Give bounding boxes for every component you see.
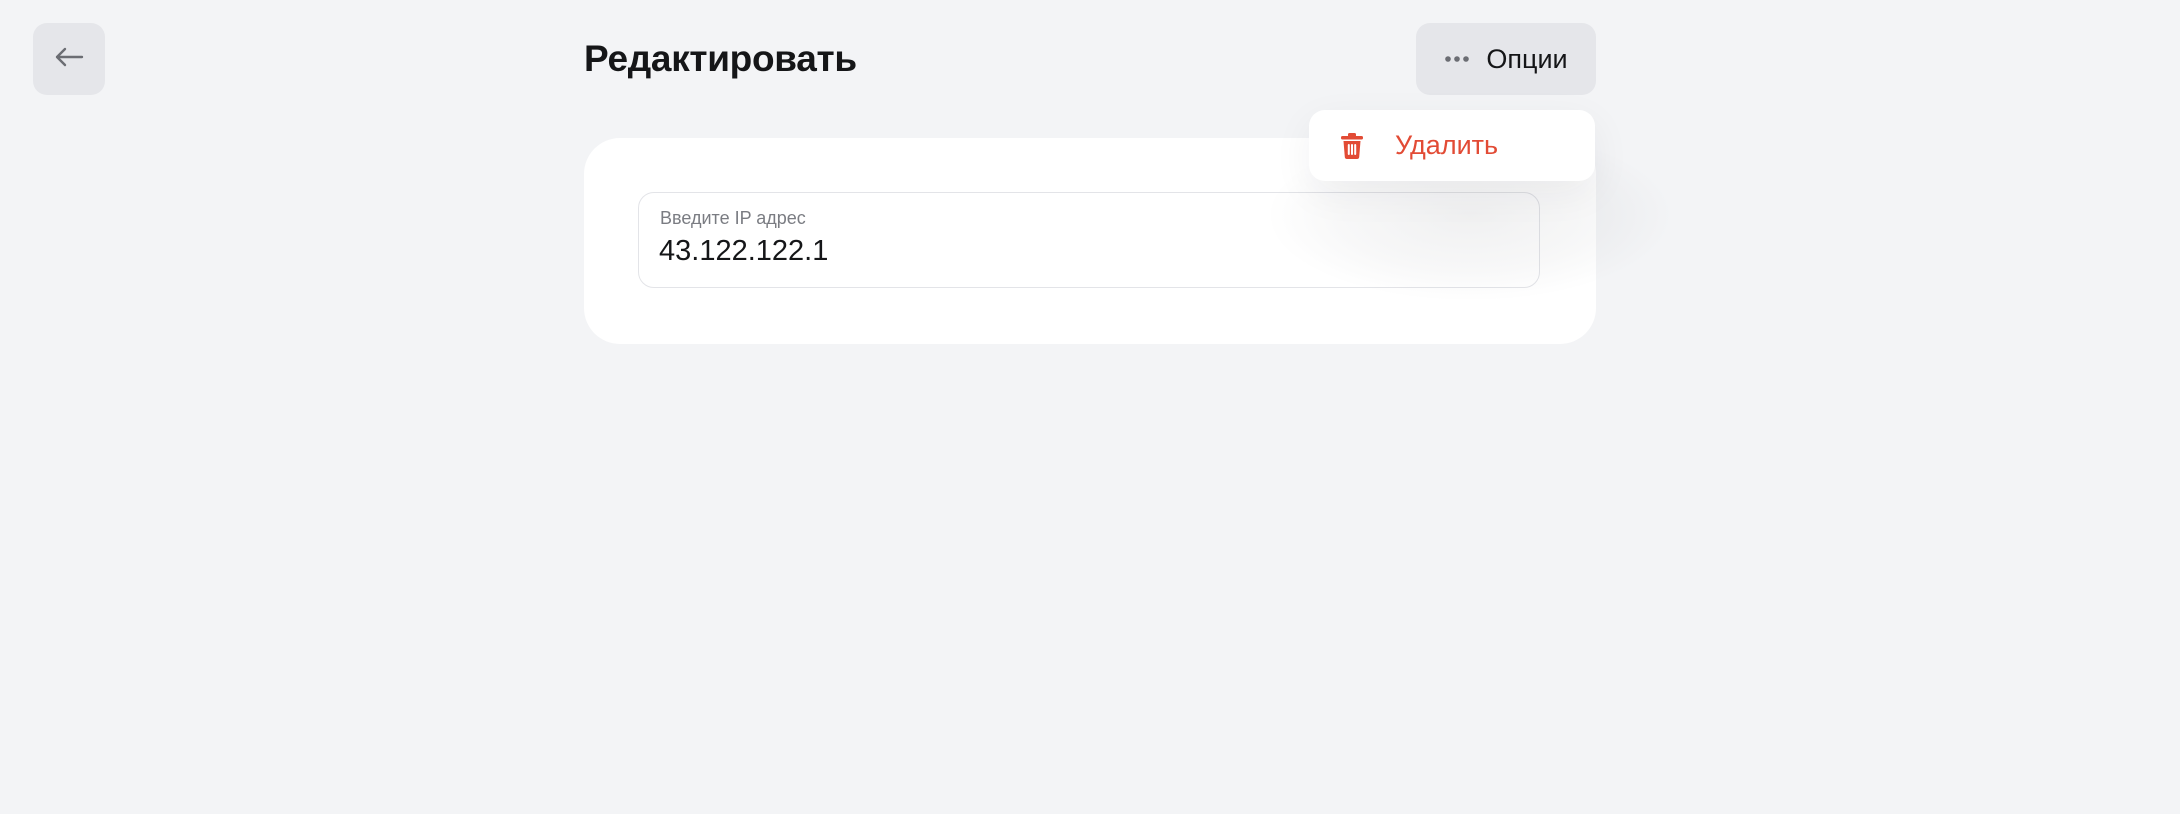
delete-label: Удалить — [1395, 130, 1499, 160]
back-button[interactable] — [33, 23, 105, 95]
page-title: Редактировать — [584, 38, 857, 79]
options-label: Опции — [1486, 43, 1568, 74]
menu-item-delete[interactable]: Удалить — [1309, 110, 1595, 181]
arrow-left-icon — [54, 47, 84, 72]
trash-icon — [1339, 131, 1365, 161]
options-button[interactable]: Опции — [1416, 23, 1596, 95]
ip-address-field[interactable]: Введите IP адрес — [638, 192, 1540, 288]
options-dropdown-menu: Удалить — [1309, 110, 1595, 181]
ip-address-input[interactable] — [659, 231, 1519, 271]
ellipsis-icon — [1444, 50, 1470, 68]
ip-address-label: Введите IP адрес — [660, 208, 806, 228]
